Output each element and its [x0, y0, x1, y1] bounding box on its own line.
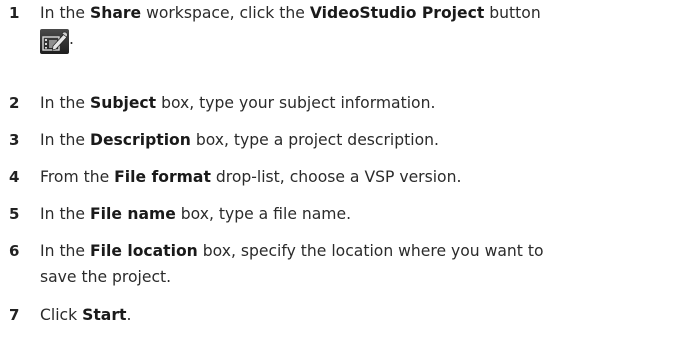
- step-text-part: From the: [40, 168, 115, 186]
- ui-term-file-format: File format: [114, 168, 211, 186]
- step-text: Click Start.: [40, 302, 690, 328]
- ui-term-videostudio-project: VideoStudio Project: [309, 4, 485, 22]
- step-text: From the File format drop-list, choose a…: [40, 164, 690, 190]
- ui-term-file-name: File name: [90, 205, 176, 223]
- step-text-part: In the: [40, 242, 90, 260]
- step-text-part: drop-list, choose a VSP version.: [210, 168, 462, 186]
- step-text: In the Subject box, type your subject in…: [40, 90, 690, 116]
- step-text-part: button: [484, 4, 541, 22]
- step-text: In the Description box, type a project d…: [40, 127, 690, 153]
- step-text-part: box, type a project description.: [190, 131, 439, 149]
- ui-term-subject: Subject: [90, 94, 157, 112]
- ui-term-file-location: File location: [90, 242, 198, 260]
- ui-term-description: Description: [90, 131, 191, 149]
- step-text-part: In the: [40, 4, 90, 22]
- step-text: In the Share workspace, click the VideoS…: [40, 0, 690, 54]
- ui-term-share: Share: [90, 4, 142, 22]
- step-text-part: box, type a file name.: [175, 205, 352, 223]
- step-text-part: In the: [40, 94, 90, 112]
- step-number: 4: [9, 168, 20, 186]
- step-text-part: .: [69, 30, 74, 48]
- step-text: In the File name box, type a file name.: [40, 201, 690, 227]
- step-number: 3: [9, 131, 20, 149]
- step-number: 5: [9, 205, 20, 223]
- step-text-part: box, type your subject information.: [156, 94, 436, 112]
- step-number: 7: [9, 306, 20, 324]
- step-text-part: In the: [40, 205, 90, 223]
- step-text-part: In the: [40, 131, 90, 149]
- videostudio-project-icon: [40, 29, 69, 54]
- step-number: 2: [9, 94, 20, 112]
- step-text: In the File location box, specify the lo…: [40, 238, 690, 290]
- step-text-part: .: [126, 306, 132, 324]
- step-text-part: Click: [40, 306, 83, 324]
- step-text-part: box, specify the location where you want…: [197, 242, 544, 260]
- step-text-part: workspace, click the: [141, 4, 310, 22]
- step-number: 6: [9, 242, 20, 260]
- ui-term-start: Start: [82, 306, 127, 324]
- step-text-line2: save the project.: [40, 268, 172, 286]
- step-text-line2: .: [40, 26, 690, 54]
- step-number: 1: [9, 4, 20, 22]
